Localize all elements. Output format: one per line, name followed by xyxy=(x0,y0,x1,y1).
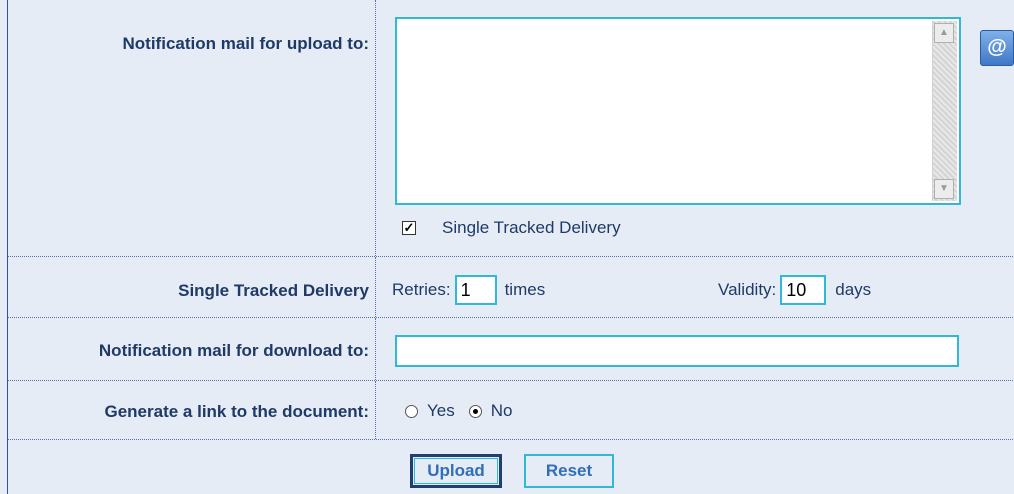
upload-button[interactable]: Upload xyxy=(410,454,502,488)
textarea-scrollbar[interactable]: ▲ ▼ xyxy=(932,21,957,201)
single-tracked-label: Single Tracked Delivery xyxy=(8,257,376,317)
upload-notification-content: ▲ ▼ @ ✓ Single Tracked Delivery xyxy=(380,0,1014,256)
radio-no-label: No xyxy=(490,401,513,420)
scroll-down-icon[interactable]: ▼ xyxy=(934,179,954,199)
download-notification-input[interactable] xyxy=(395,335,959,367)
retries-label: Retries: xyxy=(392,280,451,299)
download-notification-content xyxy=(380,318,1014,380)
generate-link-row: Generate a link to the document: Yes No xyxy=(8,381,1014,440)
single-tracked-checkbox-label: Single Tracked Delivery xyxy=(442,218,621,237)
upload-notification-row: Notification mail for upload to: ▲ ▼ @ ✓… xyxy=(8,0,1014,257)
validity-label: Validity: xyxy=(718,280,777,299)
reset-button[interactable]: Reset xyxy=(524,454,614,488)
validity-unit: days xyxy=(835,280,872,299)
radio-no[interactable] xyxy=(468,404,482,418)
single-tracked-checkbox[interactable]: ✓ xyxy=(402,221,416,235)
retries-unit: times xyxy=(504,280,546,299)
upload-notification-textarea[interactable]: ▲ ▼ xyxy=(395,17,961,205)
download-notification-label: Notification mail for download to: xyxy=(8,318,376,380)
generate-link-label: Generate a link to the document: xyxy=(8,381,376,439)
radio-yes[interactable] xyxy=(405,404,418,418)
validity-input[interactable] xyxy=(780,275,827,305)
upload-form: Notification mail for upload to: ▲ ▼ @ ✓… xyxy=(7,0,1014,494)
retries-group: Retries: times xyxy=(392,275,545,305)
upload-notification-label: Notification mail for upload to: xyxy=(8,0,376,256)
single-tracked-row: Single Tracked Delivery Retries: times V… xyxy=(8,257,1014,318)
scroll-up-icon[interactable]: ▲ xyxy=(934,23,954,43)
generate-link-content: Yes No xyxy=(380,381,1014,439)
download-notification-row: Notification mail for download to: xyxy=(8,318,1014,381)
validity-group: Validity: days xyxy=(718,275,871,305)
retries-input[interactable] xyxy=(454,275,497,305)
single-tracked-content: Retries: times Validity: days xyxy=(380,257,1014,317)
radio-yes-label: Yes xyxy=(427,401,455,420)
generate-link-radio-group: Yes No xyxy=(405,401,512,421)
at-sign-address-book-icon[interactable]: @ xyxy=(980,30,1014,66)
single-tracked-checkbox-row: ✓ Single Tracked Delivery xyxy=(402,218,621,238)
